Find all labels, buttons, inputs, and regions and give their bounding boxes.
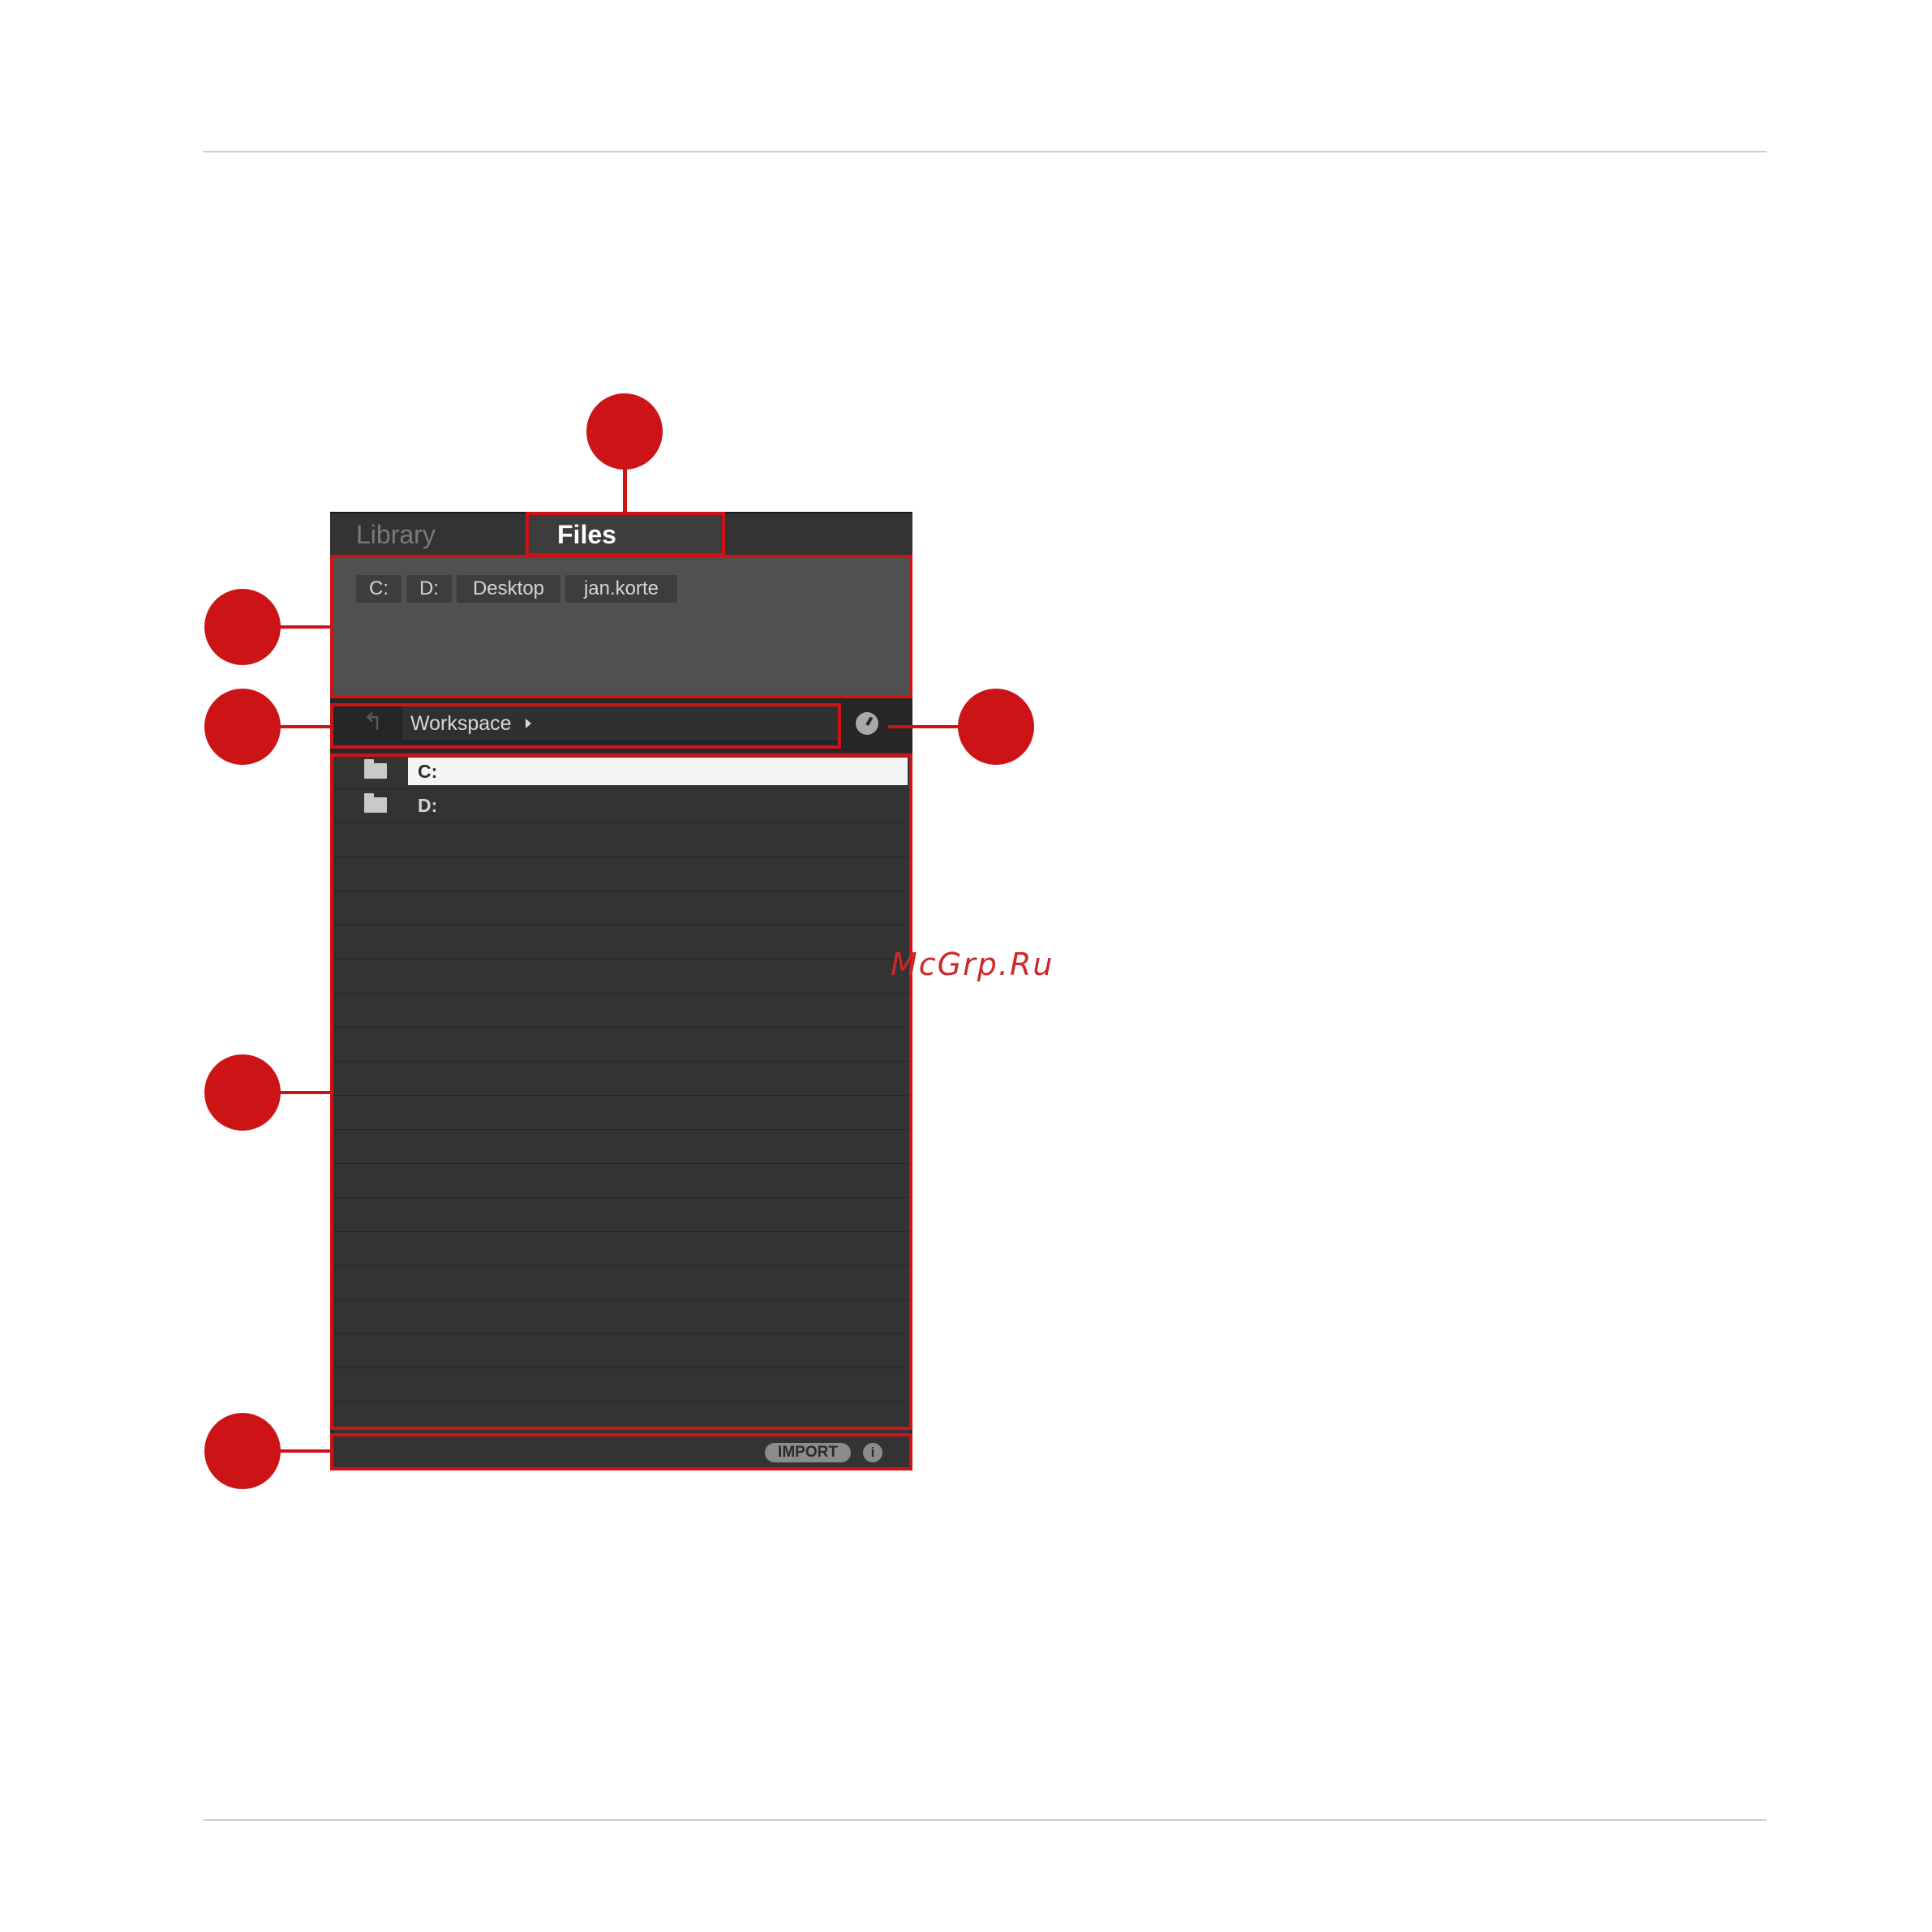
callout-leader-1	[623, 469, 627, 513]
footer-rule	[203, 1819, 1767, 1821]
callout-leader-5	[279, 1091, 331, 1094]
highlight-footer	[330, 1433, 912, 1470]
callout-marker-2	[204, 589, 281, 665]
header-rule	[203, 151, 1767, 152]
callout-marker-6	[204, 1413, 281, 1489]
watermark: McGrp.Ru	[891, 947, 1054, 982]
callout-leader-4	[888, 725, 960, 728]
highlight-file-list	[330, 753, 912, 1430]
callout-marker-3	[204, 689, 281, 765]
callout-leader-3	[279, 725, 331, 728]
clock-icon[interactable]	[856, 712, 878, 735]
callout-leader-2	[279, 625, 331, 629]
callout-marker-1	[586, 393, 663, 470]
highlight-files-tab	[526, 512, 725, 556]
callout-leader-6	[279, 1449, 331, 1453]
callout-marker-5	[204, 1054, 281, 1131]
highlight-favorites	[330, 555, 912, 698]
highlight-location	[330, 703, 841, 749]
callout-marker-4	[958, 689, 1034, 765]
tab-library[interactable]: Library	[330, 513, 525, 557]
